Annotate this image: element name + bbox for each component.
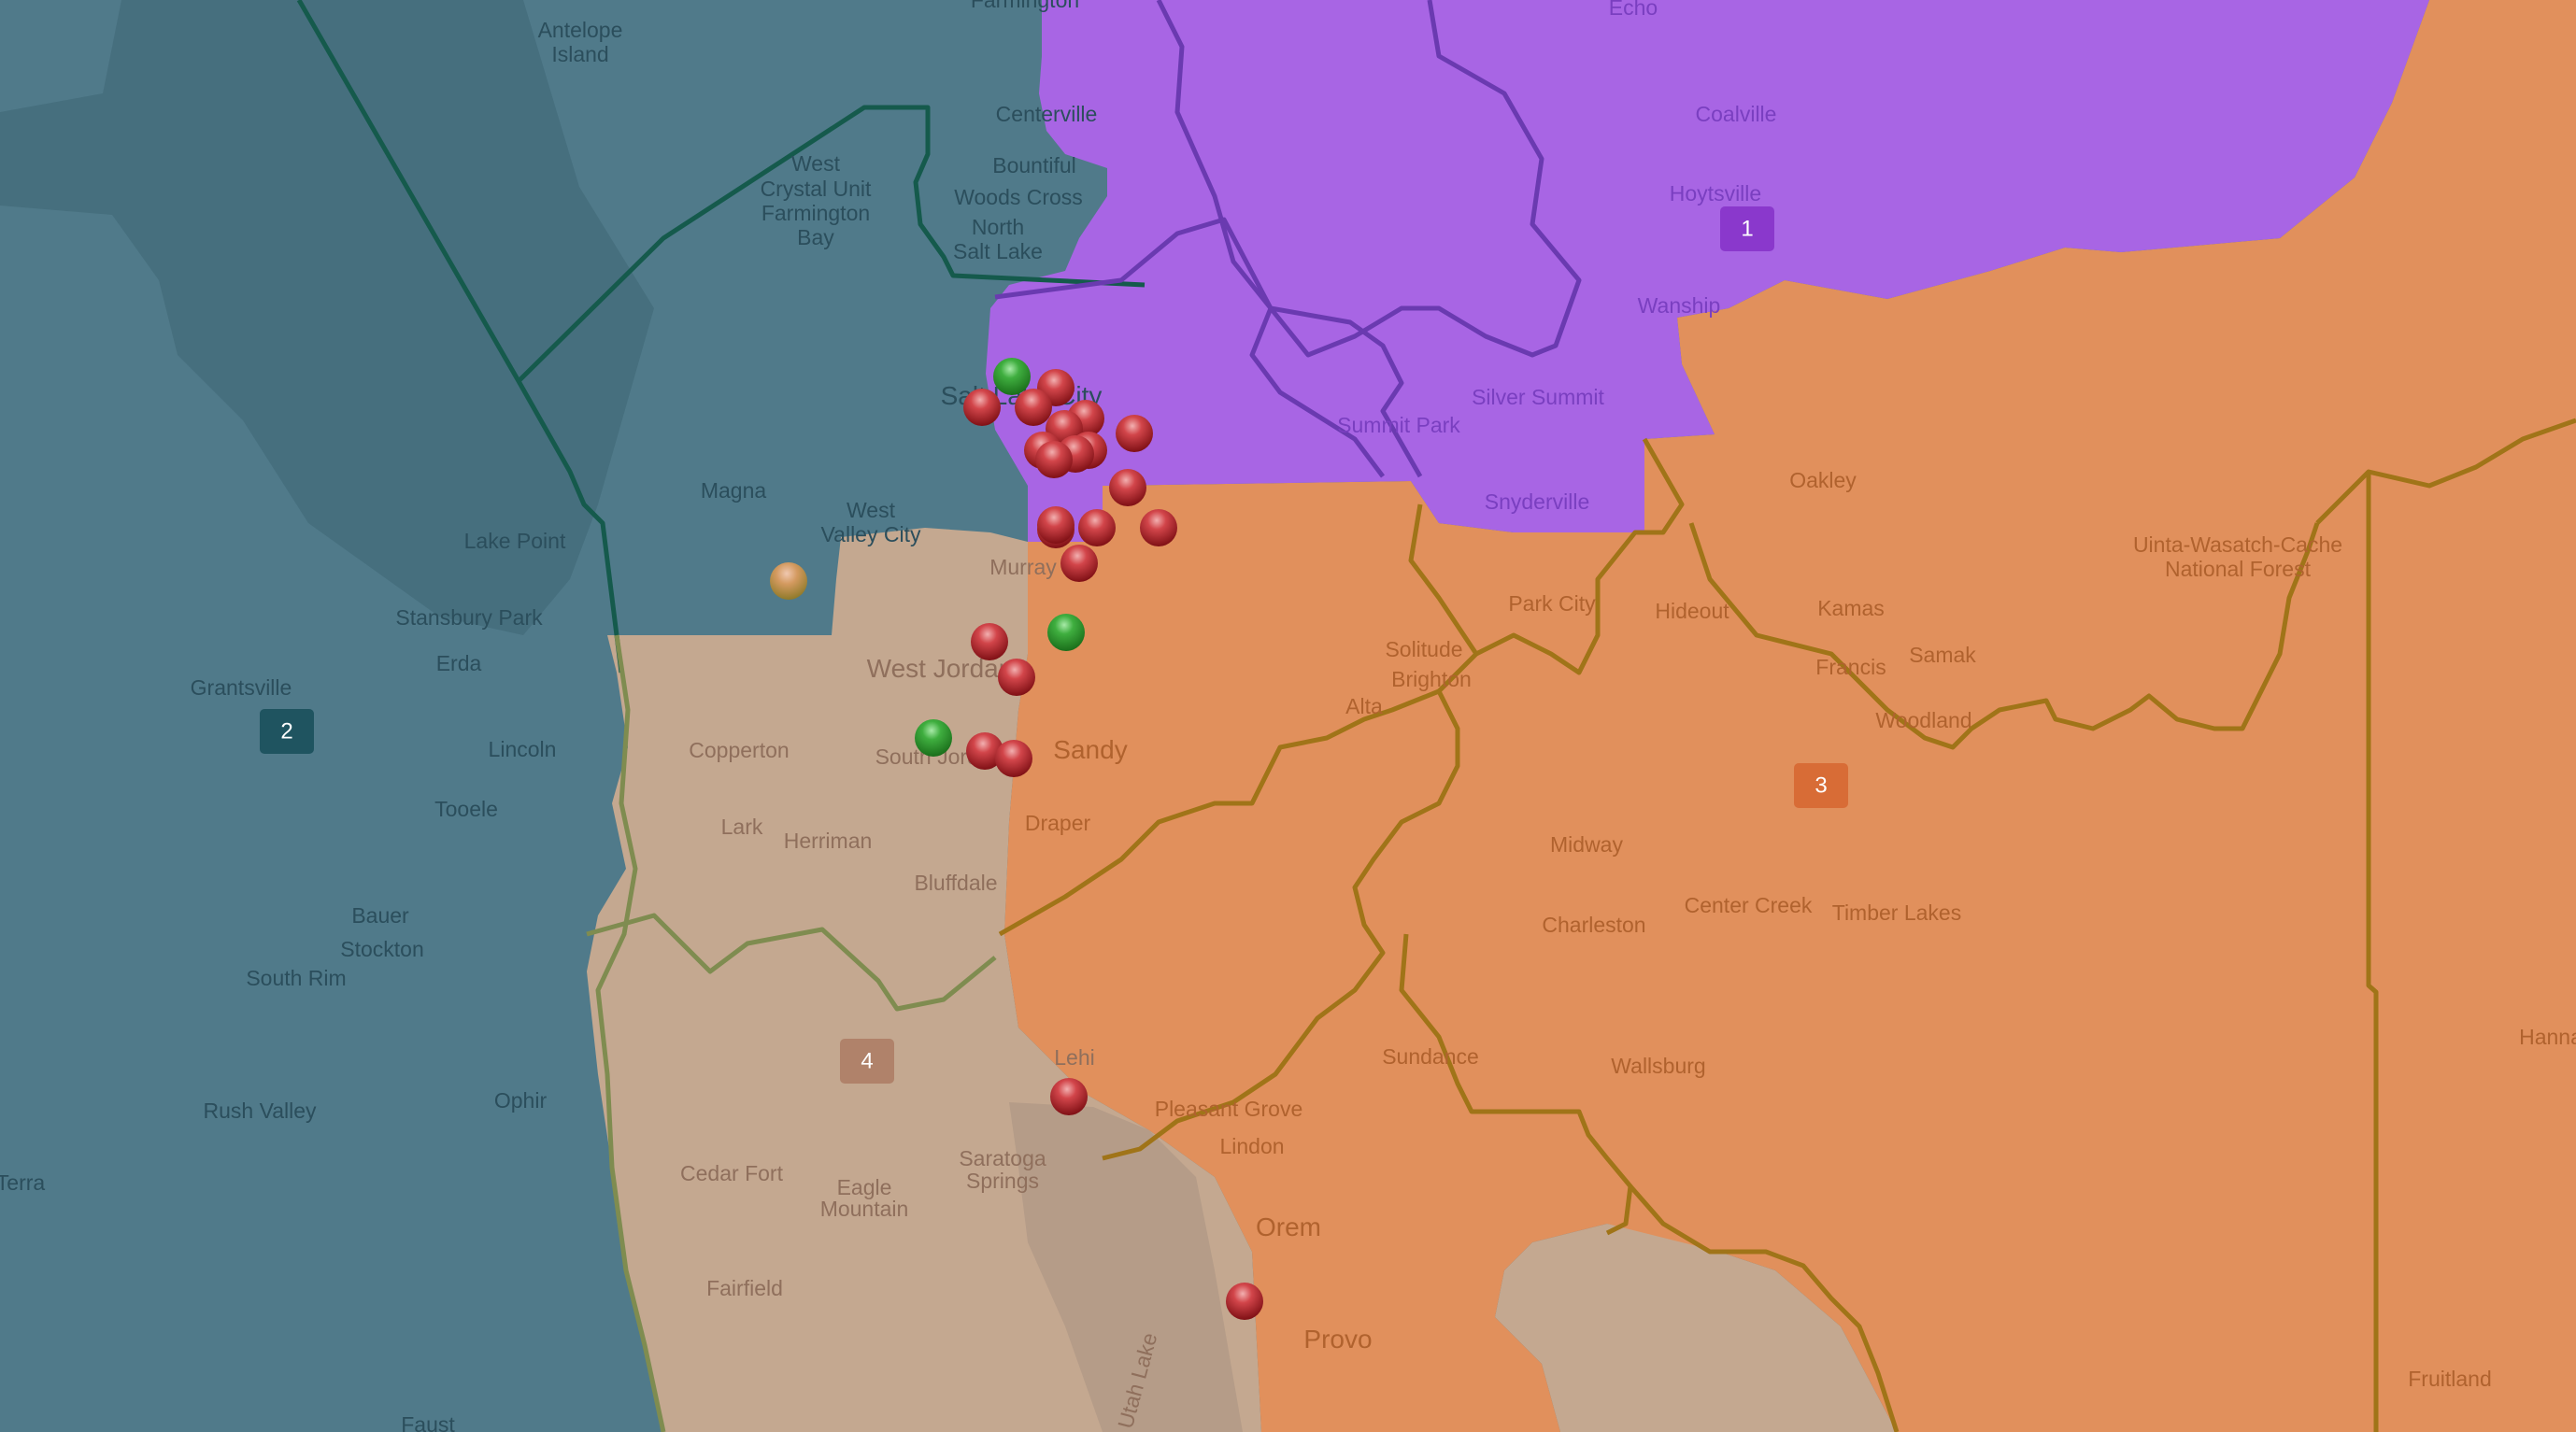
place-label: Alta [1345,694,1383,718]
place-label: Tooele [434,797,498,821]
map-marker-red[interactable] [1035,441,1073,478]
place-label: Saratoga [959,1146,1046,1170]
place-label: Erda [436,651,482,675]
place-label: Coalville [1696,102,1777,126]
place-label: Brighton [1391,667,1472,691]
place-label: Summit Park [1337,413,1460,437]
map-marker-green[interactable] [1047,614,1085,651]
district-badge-4[interactable]: 4 [840,1039,894,1084]
map-marker-red[interactable] [1116,415,1153,452]
place-label: National Forest [2165,557,2312,581]
place-label: Snyderville [1485,489,1590,514]
place-label: Center Creek [1685,893,1813,917]
map-marker-green[interactable] [915,719,952,757]
place-label: Lincoln [489,737,557,761]
place-label: Orem [1256,1212,1321,1241]
place-label: Magna [701,478,767,503]
place-label: Farmington [761,201,870,225]
place-label: Bay [797,225,834,249]
place-label: West [847,498,896,522]
place-label: Bountiful [992,153,1076,177]
district-badge-label: 4 [861,1049,873,1074]
map-marker-red[interactable] [963,389,1001,426]
map-marker-tan[interactable] [770,562,807,600]
place-label: South Rim [246,966,346,990]
place-label: Salt Lake [953,239,1043,263]
district-badge-label: 2 [280,719,292,744]
place-label: Bluffdale [914,871,997,895]
place-label: Pleasant Grove [1155,1097,1303,1121]
place-label: Faust [401,1412,455,1432]
place-label: Terra [0,1170,45,1195]
map-marker-red[interactable] [971,623,1008,660]
map-marker-red[interactable] [1078,509,1116,546]
place-label: Springs [966,1169,1039,1193]
map-marker-red[interactable] [1226,1283,1263,1320]
map-marker-red[interactable] [995,740,1032,777]
district-badge-label: 1 [1741,217,1753,242]
place-label: Charleston [1542,913,1645,937]
place-label: Samak [1909,643,1976,667]
place-label: Cedar Fort [680,1161,784,1185]
place-label: Provo [1303,1325,1372,1354]
map-marker-red[interactable] [1050,1078,1088,1115]
place-label: Uinta-Wasatch-Cache [2133,532,2342,557]
place-label: Hanna [2519,1025,2576,1049]
place-label: Woodland [1875,708,1971,732]
map-marker-red[interactable] [1140,509,1177,546]
place-label: Copperton [689,738,789,762]
place-label: Centerville [996,102,1098,126]
place-label: North [972,215,1024,239]
place-label: Lark [721,815,763,839]
place-label: Sundance [1382,1044,1479,1069]
place-label: West [791,151,841,176]
place-label: Murray [989,555,1057,579]
place-label: Wallsburg [1611,1054,1705,1078]
place-label: Midway [1550,832,1623,857]
place-label: Hoytsville [1670,181,1761,206]
place-label: Farmington [971,0,1079,12]
place-label: Sandy [1053,735,1127,764]
place-label: Draper [1025,811,1091,835]
place-label: Timber Lakes [1832,900,1961,925]
place-label: Kamas [1817,596,1885,620]
place-label: Echo [1609,0,1658,20]
place-label: Oakley [1789,468,1857,492]
place-label: Park City [1508,591,1596,616]
place-label: Silver Summit [1472,385,1604,409]
place-label: Fairfield [706,1276,783,1300]
place-label: Solitude [1385,637,1462,661]
place-label: Lehi [1054,1045,1094,1070]
place-label: Crystal Unit [761,177,872,201]
map-marker-red[interactable] [998,659,1035,696]
district-badge-1[interactable]: 1 [1720,206,1774,251]
place-label: Grantsville [191,675,292,700]
place-label: Wanship [1638,293,1721,318]
map-marker-red[interactable] [1015,389,1052,426]
map-marker-red[interactable] [1060,545,1098,582]
place-label: Lake Point [464,529,566,553]
place-label: Antelope [538,18,623,42]
place-label: Valley City [821,522,921,546]
district-badge-2[interactable]: 2 [260,709,314,754]
map-marker-red[interactable] [1037,506,1075,544]
district-badge-label: 3 [1815,773,1827,799]
place-label: Lindon [1219,1134,1284,1158]
map-marker-green[interactable] [993,358,1031,395]
place-label: Mountain [820,1197,909,1221]
place-label: Francis [1815,655,1886,679]
place-label: Fruitland [2408,1367,2491,1391]
place-label: Rush Valley [203,1099,317,1123]
place-label: Island [551,42,608,66]
district-badge-3[interactable]: 3 [1794,763,1848,808]
place-label: Ophir [494,1088,548,1113]
map-marker-red[interactable] [1109,469,1146,506]
place-label: Stockton [340,937,424,961]
place-label: Stansbury Park [395,605,543,630]
place-label: Herriman [784,829,873,853]
place-label: Woods Cross [954,185,1083,209]
place-label: Hideout [1655,599,1729,623]
place-label: Bauer [351,903,409,928]
district-map[interactable]: Farmington AntelopeIsland Echo Centerville C… [0,0,2576,1432]
